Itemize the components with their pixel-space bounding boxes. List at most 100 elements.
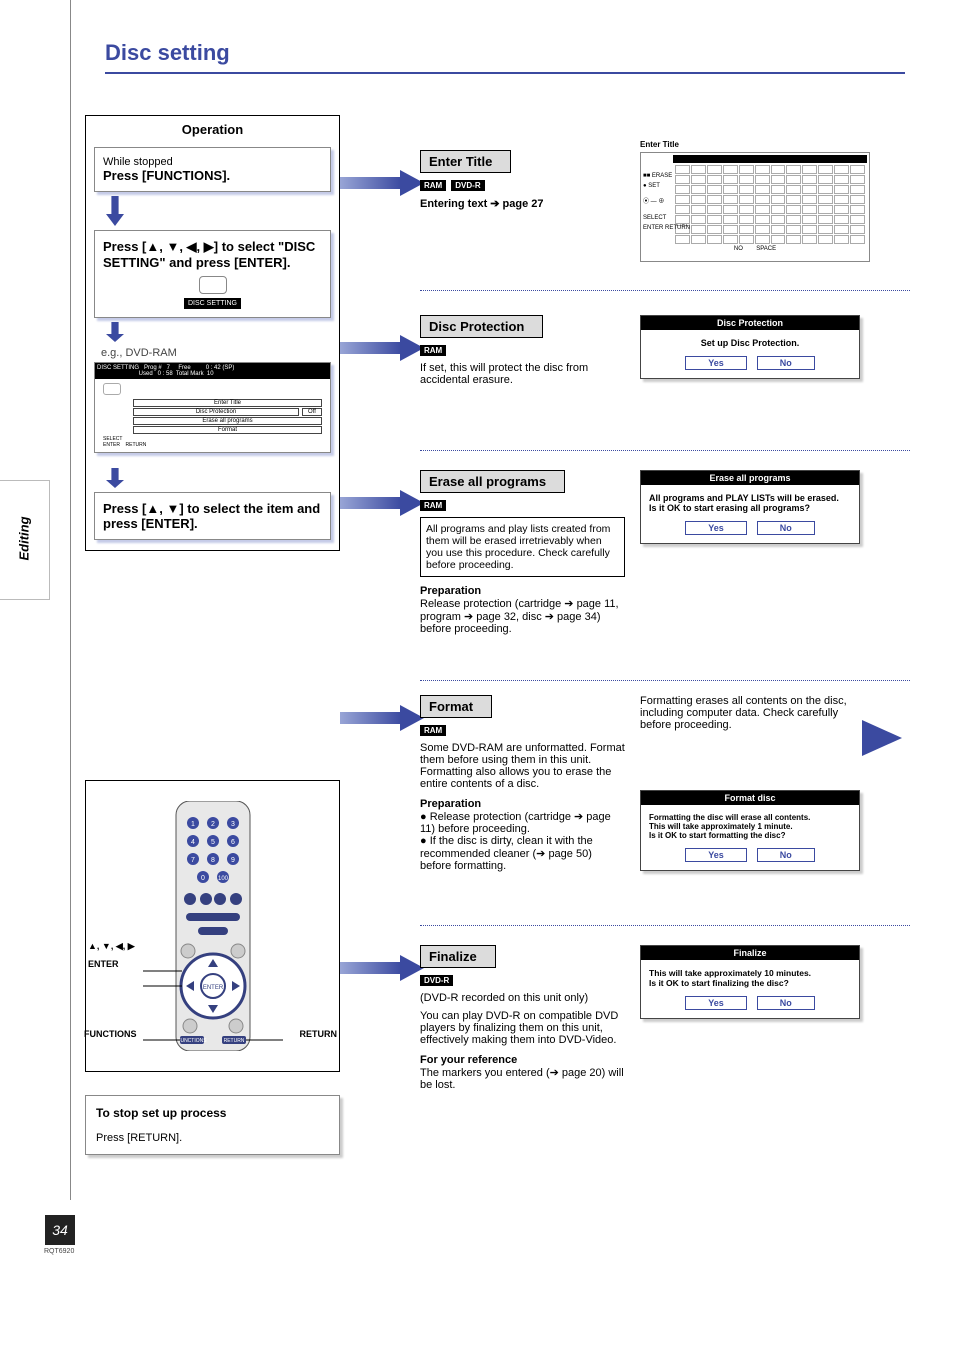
arrow-right-icon xyxy=(340,490,425,516)
arrow-right-icon xyxy=(340,705,425,731)
svg-text:2: 2 xyxy=(211,821,215,828)
arrow-right-icon xyxy=(862,720,902,756)
svg-text:0: 0 xyxy=(201,875,205,882)
disc-setting-menu-preview: DISC SETTING Prog # 7 Free 0 : 42 (SP) U… xyxy=(94,362,331,453)
title-underline xyxy=(105,72,905,74)
menu-item-enter-title: Enter Title xyxy=(133,399,322,407)
dialog-message: Formatting the disc will erase all conte… xyxy=(649,813,851,840)
yes-button[interactable]: Yes xyxy=(685,521,747,535)
step1-action: Press [FUNCTIONS]. xyxy=(103,168,230,183)
svg-text:9: 9 xyxy=(231,857,235,864)
svg-text:100: 100 xyxy=(217,876,228,882)
svg-text:7: 7 xyxy=(191,857,195,864)
prep-item-1: Release protection (cartridge ➔ page 11)… xyxy=(420,811,611,835)
svg-text:1: 1 xyxy=(191,821,195,828)
remote-svg: 1 2 3 4 5 6 7 8 9 0 100 ENTER FUNCTIONS … xyxy=(138,801,288,1051)
svg-text:ENTER: ENTER xyxy=(202,985,223,991)
reference-heading: For your reference xyxy=(420,1054,517,1066)
label-functions: FUNCTIONS xyxy=(84,1029,137,1039)
side-tab: Editing xyxy=(0,480,50,600)
step-2: Press [▲, ▼, ◀, ▶] to select "DISC SETTI… xyxy=(94,230,331,318)
prep-heading: Preparation xyxy=(420,798,481,810)
svg-text:5: 5 xyxy=(211,839,215,846)
menu-status-bar: DISC SETTING Prog # 7 Free 0 : 42 (SP) U… xyxy=(95,363,330,379)
stop-heading: To stop set up process xyxy=(96,1106,226,1120)
arrow-down-icon xyxy=(106,468,124,488)
svg-text:8: 8 xyxy=(211,857,215,864)
section-header: Enter Title xyxy=(420,150,511,173)
prep-item-2: If the disc is dirty, clean it with the … xyxy=(420,835,593,872)
prep-body: Release protection (cartridge ➔ page 11,… xyxy=(420,598,619,635)
no-button[interactable]: No xyxy=(757,996,815,1010)
badge-ram: RAM xyxy=(420,345,446,356)
title-input-bar xyxy=(673,155,867,163)
yes-button[interactable]: Yes xyxy=(685,996,747,1010)
stop-body: Press [RETURN]. xyxy=(96,1132,182,1144)
badge-ram: RAM xyxy=(420,500,446,511)
arrow-down-icon xyxy=(106,322,124,342)
section-body: You can play DVD-R on compatible DVD pla… xyxy=(420,1010,625,1046)
palette-controls: ■■ ERASE ● SET ⦿ — ⊕ SELECT ENTER RETURN xyxy=(643,171,690,233)
format-warning: Formatting erases all contents on the di… xyxy=(640,695,850,731)
arrow-right-icon xyxy=(340,170,425,196)
step-3: Press [▲, ▼] to select the item and pres… xyxy=(94,492,331,540)
badge-ram: RAM xyxy=(420,725,446,736)
no-button[interactable]: No xyxy=(757,848,815,862)
space-label: SPACE xyxy=(756,246,776,252)
prep-heading: Preparation xyxy=(420,585,481,597)
yes-button[interactable]: Yes xyxy=(685,848,747,862)
disc-mini-icon xyxy=(103,383,121,395)
margin-line xyxy=(70,0,71,1200)
svg-text:RETURN: RETURN xyxy=(223,1038,244,1044)
badge-ram: RAM xyxy=(420,180,446,191)
step-1: While stopped Press [FUNCTIONS]. xyxy=(94,147,331,192)
dialog-message: This will take approximately 10 minutes.… xyxy=(649,968,851,988)
page-title: Disc setting xyxy=(105,40,230,66)
badge-dvdr: DVD-R xyxy=(420,975,453,986)
yes-button[interactable]: Yes xyxy=(685,356,747,370)
section-header: Format xyxy=(420,695,492,718)
doc-ref: RQT6920 xyxy=(44,1248,74,1255)
operation-header: Operation xyxy=(86,116,339,143)
remote-illustration: 1 2 3 4 5 6 7 8 9 0 100 ENTER FUNCTIONS … xyxy=(85,780,340,1072)
dialog-title: Enter Title xyxy=(640,140,679,149)
reference-body: The markers you entered (➔ page 20) will… xyxy=(420,1067,624,1091)
svg-text:3: 3 xyxy=(231,821,235,828)
dialog-title: Format disc xyxy=(641,791,859,805)
svg-text:4: 4 xyxy=(191,839,195,846)
menu-value-off: Off xyxy=(302,408,322,416)
char-grid: document.write(Array.from({length:96}).m… xyxy=(675,165,865,244)
arrow-right-icon xyxy=(340,335,425,361)
section-body: If set, this will protect the disc from … xyxy=(420,362,625,386)
dialog-message: Set up Disc Protection. xyxy=(649,338,851,348)
no-button[interactable]: No xyxy=(757,521,815,535)
step2-action: Press [▲, ▼, ◀, ▶] to select "DISC SETTI… xyxy=(103,239,315,270)
menu-item-protection: Disc Protection xyxy=(133,408,299,416)
section-header: Erase all programs xyxy=(420,470,565,493)
page-number: 34 xyxy=(45,1215,75,1245)
example-label: e.g., DVD-RAM xyxy=(101,347,339,359)
dialog-erase: Erase all programs All programs and PLAY… xyxy=(640,470,860,544)
no-label: NO xyxy=(734,246,743,252)
label-return: RETURN xyxy=(300,1029,338,1039)
svg-text:FUNCTIONS: FUNCTIONS xyxy=(177,1038,207,1044)
finalize-subtitle: (DVD-R recorded on this unit only) xyxy=(420,992,625,1004)
badge-dvdr: DVD-R xyxy=(451,180,484,191)
menu-controls-hint: SELECT ENTER RETURN xyxy=(103,436,322,448)
disc-setting-badge: DISC SETTING xyxy=(184,298,241,309)
section-header: Finalize xyxy=(420,945,496,968)
entering-text-ref: Entering text ➔ page 27 xyxy=(420,198,544,210)
menu-item-erase: Erase all programs xyxy=(133,417,322,425)
arrow-down-icon xyxy=(106,196,124,226)
warning-box: All programs and play lists created from… xyxy=(420,517,625,577)
no-button[interactable]: No xyxy=(757,356,815,370)
label-arrows: ▲, ▼, ◀, ▶ xyxy=(88,941,135,952)
step1-condition: While stopped xyxy=(103,156,322,168)
step3-action: Press [▲, ▼] to select the item and pres… xyxy=(103,501,320,531)
character-palette: ■■ ERASE ● SET ⦿ — ⊕ SELECT ENTER RETURN… xyxy=(640,152,870,262)
dialog-finalize: Finalize This will take approximately 10… xyxy=(640,945,860,1019)
arrow-right-icon xyxy=(340,955,425,981)
section-body: Some DVD-RAM are unformatted. Format the… xyxy=(420,742,625,790)
dialog-title: Disc Protection xyxy=(641,316,859,330)
disc-icon xyxy=(199,276,227,294)
